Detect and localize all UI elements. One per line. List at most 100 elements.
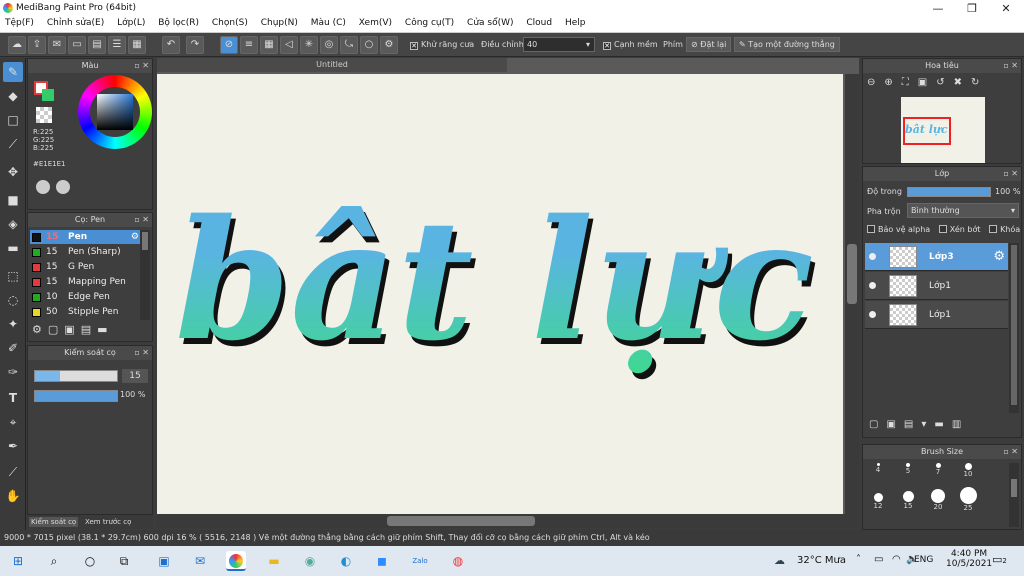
folder-icon[interactable]: ▬ — [934, 419, 951, 430]
menu-tools[interactable]: Công cụ(T) — [400, 17, 459, 29]
gear-icon[interactable]: ⚙ — [993, 249, 1005, 264]
medibang-taskbar-icon[interactable] — [226, 551, 246, 571]
visibility-icon[interactable] — [869, 311, 876, 318]
brush-size-slider[interactable] — [34, 370, 118, 382]
protect-alpha-checkbox[interactable]: Bảo vệ alpha — [867, 225, 930, 234]
menu-color[interactable]: Màu (C) — [306, 17, 351, 29]
rotate-right-icon[interactable]: ↻ — [971, 77, 988, 88]
windows-start-icon[interactable]: ⊞ — [8, 551, 28, 571]
tab-brush-control[interactable]: Kiểm soát cọ — [29, 517, 79, 527]
brush-size-5[interactable]: 5 — [893, 463, 923, 475]
menu-select[interactable]: Chọn(S) — [207, 17, 253, 29]
brush-item[interactable]: 15 Pen ⚙ — [30, 230, 142, 244]
layer-row[interactable]: Lớp3 ⚙ — [865, 243, 1008, 271]
menu-edit[interactable]: Chỉnh sửa(E) — [42, 17, 109, 29]
delete-layer-icon[interactable]: ▥ — [952, 419, 969, 430]
operation-tool-icon[interactable]: ⌖ — [3, 412, 23, 432]
clock[interactable]: 4:40 PM 10/5/2021 — [946, 549, 992, 569]
maximize-button[interactable]: ❐ — [955, 0, 989, 17]
brush-opacity-slider[interactable] — [34, 390, 118, 402]
visibility-icon[interactable] — [869, 282, 876, 289]
redo-icon[interactable]: ↷ — [186, 36, 204, 54]
share-icon[interactable]: ⇪ — [28, 36, 46, 54]
add-brush-icon[interactable]: ▣ — [64, 323, 80, 336]
brush-list-scrollbar[interactable] — [140, 230, 150, 320]
edit-brush-icon[interactable]: ▤ — [81, 323, 97, 336]
menu-help[interactable]: Help — [560, 17, 591, 29]
menu-layer[interactable]: Lớp(L) — [112, 17, 150, 29]
add-layer-icon[interactable]: ▤ — [904, 419, 921, 430]
reset-view-icon[interactable]: ✖ — [954, 77, 971, 88]
blend-dropdown[interactable]: Bình thường ▾ — [907, 203, 1019, 218]
palette-settings-icon[interactable] — [56, 180, 70, 194]
folder-icon[interactable]: ▬ — [97, 323, 113, 336]
snap-settings-icon[interactable]: ⚙ — [380, 36, 398, 54]
task-view-icon[interactable]: ⧉ — [114, 551, 134, 571]
page-icon[interactable]: ▤ — [88, 36, 106, 54]
saturation-square[interactable] — [97, 94, 133, 130]
palette-icon[interactable] — [36, 180, 50, 194]
new-layer-icon[interactable]: ▢ — [869, 419, 886, 430]
app-icon-green[interactable]: ◉ — [300, 551, 320, 571]
layer-scrollbar[interactable] — [1009, 243, 1019, 413]
brush-item[interactable]: 50 Stipple Pen — [30, 305, 142, 319]
bucket-tool-icon[interactable]: ◈ — [3, 214, 23, 234]
brush-item[interactable]: 15 Mapping Pen — [30, 275, 142, 289]
menu-filter[interactable]: Bộ lọc(R) — [153, 17, 204, 29]
menu-view[interactable]: Xem(V) — [354, 17, 397, 29]
curve-snap-icon[interactable]: ⤿ — [340, 36, 358, 54]
concentric-snap-icon[interactable]: ◎ — [320, 36, 338, 54]
fill-rect-tool-icon[interactable]: ■ — [3, 190, 23, 210]
minimize-button[interactable]: — — [921, 0, 955, 17]
menu-window[interactable]: Cửa sổ(W) — [462, 17, 518, 29]
straight-line-button[interactable]: ✎ Tạo một đường thẳng — [734, 37, 840, 52]
snap-off-icon[interactable]: ⊘ — [220, 36, 238, 54]
store-icon[interactable]: ▣ — [154, 551, 174, 571]
text-tool-icon[interactable]: T — [3, 388, 23, 408]
new-brush-icon[interactable]: ▢ — [48, 323, 64, 336]
layer-row[interactable]: Lớp1 — [865, 301, 1008, 329]
circle-snap-icon[interactable]: ○ — [360, 36, 378, 54]
select-rect-tool-icon[interactable]: ⬚ — [3, 266, 23, 286]
zoom-in-icon[interactable]: ⊕ — [884, 77, 901, 88]
reset-button[interactable]: ⊘ Đặt lại — [686, 37, 732, 52]
list-icon[interactable]: ☰ — [108, 36, 126, 54]
gear-icon[interactable]: ⚙ — [131, 230, 139, 244]
edge-icon[interactable]: ◐ — [336, 551, 356, 571]
vanish-snap-icon[interactable]: ◁ — [280, 36, 298, 54]
menu-cloud[interactable]: Cloud — [521, 17, 557, 29]
brush-size-value[interactable]: 15 — [122, 369, 148, 383]
radial-snap-icon[interactable]: ✳ — [300, 36, 318, 54]
color-wheel[interactable] — [78, 75, 152, 149]
brush-size-10[interactable]: 10 — [953, 463, 983, 478]
background-color-swatch[interactable] — [42, 89, 54, 101]
line-tool-icon[interactable]: ⟋ — [3, 134, 23, 154]
lock-checkbox[interactable]: Khóa — [989, 225, 1020, 234]
magic-wand-tool-icon[interactable]: ✦ — [3, 314, 23, 334]
gradient-tool-icon[interactable]: ▬ — [3, 238, 23, 258]
grid-icon[interactable]: ▦ — [128, 36, 146, 54]
layer-opacity-slider[interactable] — [907, 187, 991, 197]
undo-icon[interactable]: ↶ — [162, 36, 180, 54]
brush-size-20[interactable]: 20 — [923, 489, 953, 511]
panel-close-icon[interactable]: ▫ ✕ — [1003, 59, 1018, 73]
weather-text[interactable]: 32°C Mưa — [797, 555, 846, 566]
chat-icon[interactable]: ▭ — [68, 36, 86, 54]
wifi-icon[interactable]: ◠ — [892, 554, 901, 565]
adjust-dropdown[interactable]: 40 ▾ — [523, 37, 595, 52]
brush-item[interactable]: 15 G Pen — [30, 260, 142, 274]
select-pen-tool-icon[interactable]: ✐ — [3, 338, 23, 358]
brush-settings-icon[interactable]: ⚙ — [32, 323, 48, 336]
close-button[interactable]: ✕ — [989, 0, 1023, 17]
soft-edge-checkbox[interactable]: ✕ Cạnh mềm — [603, 40, 658, 50]
fit-icon[interactable]: ⛶ — [902, 77, 918, 88]
tab-untitled[interactable]: Untitled — [157, 58, 507, 72]
eraser-tool-icon[interactable]: ◆ — [3, 86, 23, 106]
brush-size-15[interactable]: 15 — [893, 491, 923, 510]
panel-close-icon[interactable]: ▫ ✕ — [1003, 167, 1018, 181]
menu-capture[interactable]: Chụp(N) — [256, 17, 303, 29]
zalo-icon[interactable]: Zalo — [410, 551, 430, 571]
shape-tool-icon[interactable]: □ — [3, 110, 23, 130]
rotate-left-icon[interactable]: ↺ — [936, 77, 953, 88]
tray-chevron-icon[interactable]: ˄ — [856, 554, 861, 565]
